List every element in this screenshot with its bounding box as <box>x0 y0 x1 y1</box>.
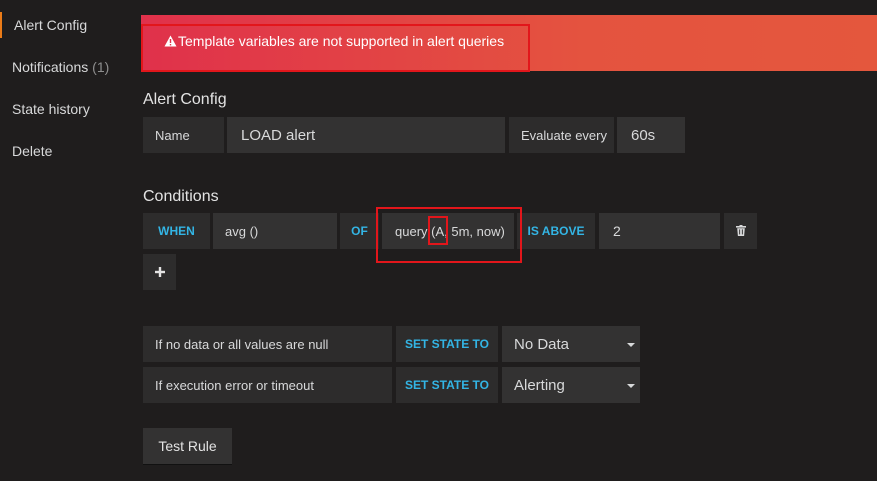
sidebar-item-label: Delete <box>12 143 53 159</box>
plus-icon <box>154 264 165 280</box>
exec-error-state-value: Alerting <box>514 376 565 394</box>
evaluator-type[interactable]: IS ABOVE <box>517 213 595 249</box>
sidebar-item-alert-config[interactable]: Alert Config <box>14 17 87 33</box>
alert-error-message: Template variables are not supported in … <box>164 33 504 50</box>
sidebar-item-label: State history <box>12 101 90 117</box>
name-input[interactable]: LOAD alert <box>227 117 505 153</box>
alert-message-text: Template variables are not supported in … <box>178 33 505 49</box>
exec-error-label: If execution error or timeout <box>143 367 392 403</box>
query-part[interactable]: query (A, 5m, now) <box>382 213 514 249</box>
when-keyword[interactable]: WHEN <box>143 213 210 249</box>
delete-condition-button[interactable] <box>724 213 757 249</box>
chevron-down-icon <box>627 343 635 347</box>
no-data-set-state: SET STATE TO <box>396 326 498 362</box>
sidebar-item-label: Alert Config <box>14 17 88 33</box>
sidebar-item-delete[interactable]: Delete <box>12 143 52 159</box>
add-condition-button[interactable] <box>143 254 176 290</box>
alert-config-title: Alert Config <box>143 91 227 108</box>
reducer-select[interactable]: avg () <box>213 213 337 249</box>
conditions-title: Conditions <box>143 188 219 205</box>
of-keyword: OF <box>340 213 379 249</box>
notifications-count: (1) <box>92 59 110 75</box>
sidebar-item-state-history[interactable]: State history <box>12 101 90 117</box>
test-rule-button[interactable]: Test Rule <box>143 428 232 464</box>
sidebar-item-label: Notifications <box>12 59 89 75</box>
sidebar-item-notifications[interactable]: Notifications (1) <box>12 59 109 75</box>
evaluate-every-input[interactable]: 60s <box>617 117 685 153</box>
alert-sidebar: Alert Config Notifications (1) State his… <box>0 0 130 481</box>
threshold-input[interactable]: 2 <box>599 213 720 249</box>
no-data-state-select[interactable]: No Data <box>502 326 640 362</box>
name-label: Name <box>143 117 224 153</box>
query-suffix: , 5m, now) <box>444 223 505 239</box>
trash-icon <box>735 223 746 239</box>
evaluate-every-label: Evaluate every <box>509 117 614 153</box>
query-ref[interactable]: A <box>435 224 444 239</box>
chevron-down-icon <box>627 384 635 388</box>
warning-icon <box>164 34 177 50</box>
no-data-label: If no data or all values are null <box>143 326 392 362</box>
active-indicator <box>0 12 2 38</box>
exec-error-state-select[interactable]: Alerting <box>502 367 640 403</box>
no-data-state-value: No Data <box>514 335 570 353</box>
exec-error-set-state: SET STATE TO <box>396 367 498 403</box>
query-prefix: query ( <box>395 223 436 239</box>
